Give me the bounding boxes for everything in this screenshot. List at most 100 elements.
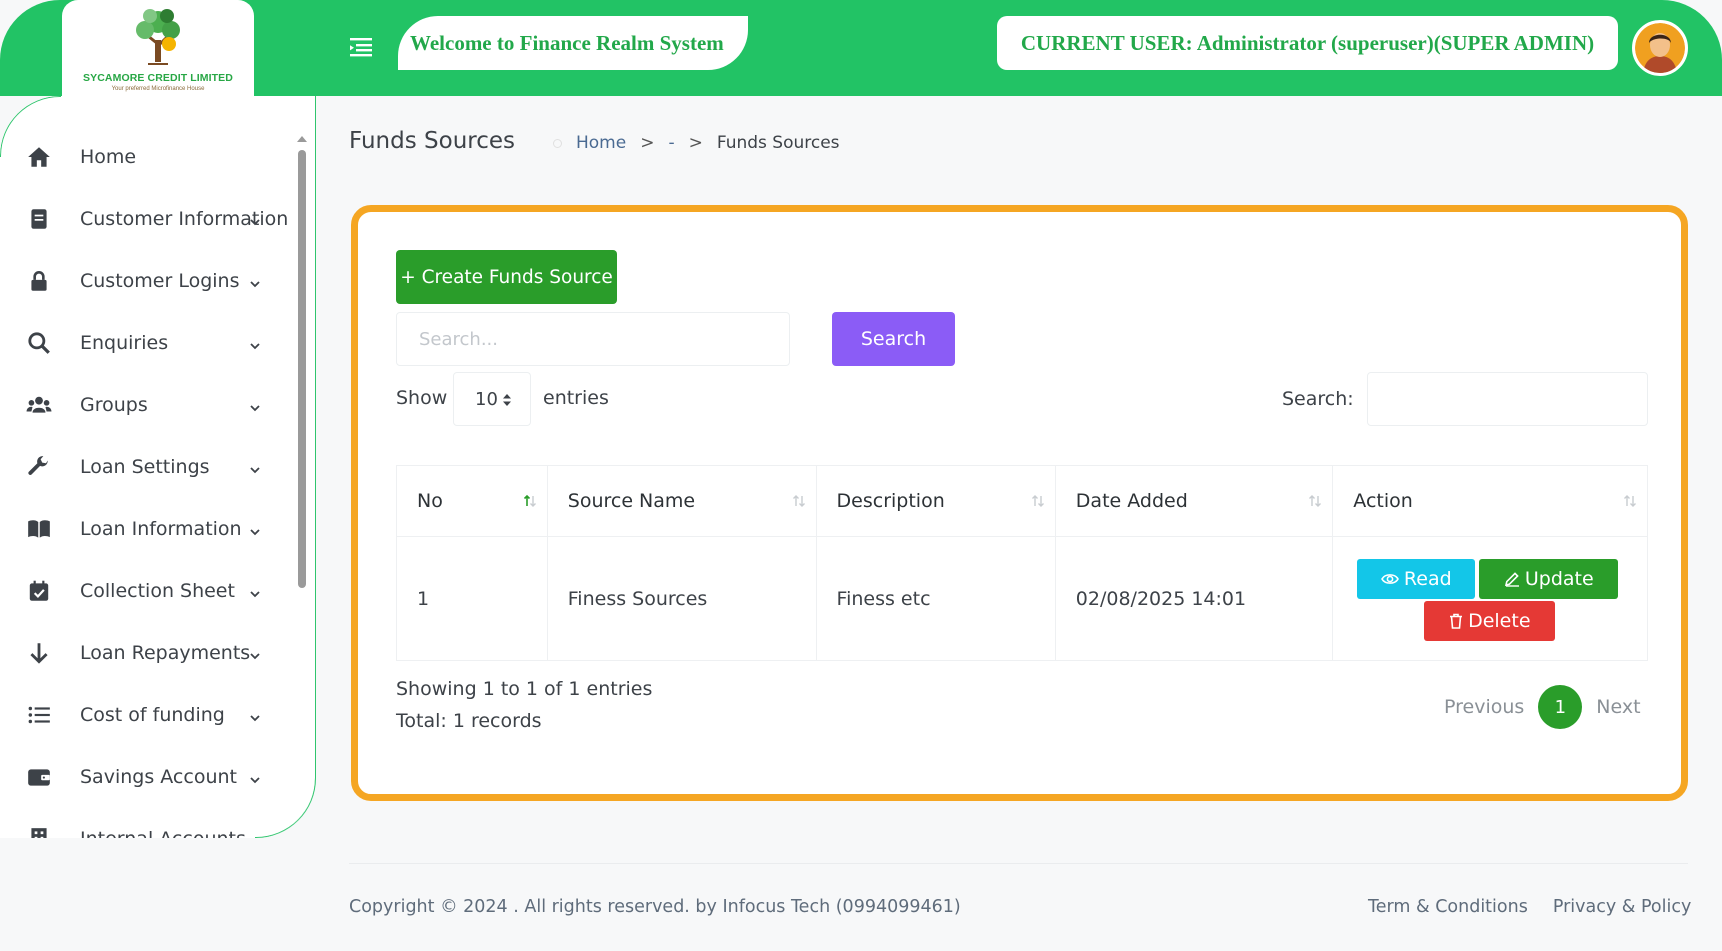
- sidebar-item-internal-accounts[interactable]: Internal Accounts: [0, 808, 296, 838]
- column-header-label: Source Name: [567, 490, 696, 512]
- sidebar-item-savings-account[interactable]: Savings Account: [0, 746, 296, 808]
- column-header-date-added[interactable]: Date Added: [1054, 465, 1334, 537]
- column-header-source-name[interactable]: Source Name: [546, 465, 817, 537]
- sidebar-item-loan-information[interactable]: Loan Information: [0, 498, 296, 560]
- chevron-down-icon: [249, 771, 261, 784]
- column-header-label: Date Added: [1075, 490, 1188, 512]
- table-row: 1 Finess Sources Finess etc 02/08/2025 1…: [396, 536, 1648, 661]
- eye-icon: [1381, 574, 1399, 584]
- arrow-down-icon: [26, 640, 52, 666]
- wallet-icon: [26, 764, 52, 790]
- page-length-select[interactable]: 10: [453, 372, 531, 426]
- pagination-page-1[interactable]: 1: [1538, 685, 1583, 729]
- footer-links: Term & Conditions Privacy & Policy: [1368, 897, 1691, 917]
- cell-description: Finess etc: [815, 536, 1056, 661]
- funds-sources-card: + Create Funds Source Search Show 10 ent…: [351, 205, 1688, 801]
- sidebar-item-enquiries[interactable]: Enquiries: [0, 312, 296, 374]
- delete-button[interactable]: Delete: [1424, 601, 1556, 641]
- sidebar-nav: Home Customer Information Customer Logins E…: [0, 126, 296, 838]
- chevron-down-icon: [249, 461, 261, 474]
- sort-icon: [792, 495, 805, 507]
- search-input[interactable]: [396, 312, 790, 366]
- column-header-label: No: [417, 490, 443, 512]
- chevron-down-icon: [249, 833, 261, 838]
- pencil-icon: [1504, 572, 1519, 587]
- sidebar-item-label: Savings Account: [80, 766, 237, 788]
- calendar-check-icon: [26, 578, 52, 604]
- column-header-no[interactable]: No: [396, 465, 548, 537]
- pagination-next[interactable]: Next: [1596, 696, 1640, 718]
- welcome-banner: Welcome to Finance Realm System: [398, 16, 748, 70]
- table-filter-label: Search:: [1282, 388, 1354, 410]
- wrench-icon: [26, 454, 52, 480]
- breadcrumb-home-link[interactable]: Home: [576, 133, 626, 153]
- page-title: Funds Sources: [349, 128, 515, 154]
- delete-button-label: Delete: [1468, 610, 1531, 632]
- sort-asc-icon: [523, 494, 536, 507]
- sidebar-item-groups[interactable]: Groups: [0, 374, 296, 436]
- welcome-text: Welcome to Finance Realm System: [410, 30, 724, 55]
- select-arrows-icon: [503, 394, 511, 406]
- sidebar-item-label: Cost of funding: [80, 704, 225, 726]
- cell-actions: Read Update Delete: [1332, 536, 1648, 661]
- sidebar-item-label: Loan Settings: [80, 456, 210, 478]
- cell-source-name: Finess Sources: [546, 536, 817, 661]
- column-header-description[interactable]: Description: [815, 465, 1056, 537]
- sort-icon: [1309, 495, 1322, 507]
- create-funds-source-button[interactable]: + Create Funds Source: [396, 250, 617, 304]
- sidebar-item-home[interactable]: Home: [0, 126, 296, 188]
- read-button[interactable]: Read: [1357, 559, 1476, 599]
- chevron-down-icon: [249, 275, 261, 288]
- table-filter-input[interactable]: [1367, 372, 1648, 426]
- sidebar-item-label: Collection Sheet: [80, 580, 235, 602]
- terms-link[interactable]: Term & Conditions: [1368, 897, 1528, 917]
- sidebar-item-customer-logins[interactable]: Customer Logins: [0, 250, 296, 312]
- column-header-label: Action: [1353, 490, 1413, 512]
- breadcrumb-separator: >: [688, 133, 703, 153]
- current-user-text: CURRENT USER: Administrator (superuser)(…: [1020, 30, 1595, 55]
- building-icon: [26, 826, 52, 838]
- document-icon: [26, 206, 52, 232]
- sidebar-item-label: Enquiries: [80, 332, 169, 354]
- sidebar-item-customer-information[interactable]: Customer Information: [0, 188, 296, 250]
- company-logo[interactable]: SYCAMORE CREDIT LIMITED Your preferred M…: [62, 0, 254, 106]
- page-length-value: 10: [475, 388, 498, 410]
- pagination-previous[interactable]: Previous: [1444, 696, 1524, 718]
- search-button[interactable]: Search: [832, 312, 955, 366]
- sidebar-item-loan-settings[interactable]: Loan Settings: [0, 436, 296, 498]
- sidebar-item-label: Loan Information: [80, 518, 242, 540]
- sidebar-item-loan-repayments[interactable]: Loan Repayments: [0, 622, 296, 684]
- show-label: Show: [396, 387, 448, 409]
- table-header-row: No Source Name Description Date Added Ac…: [396, 465, 1648, 537]
- sidebar-item-label: Groups: [80, 394, 148, 416]
- breadcrumb-home-icon: [553, 138, 562, 148]
- footer-copyright: Copyright © 2024 . All rights reserved. …: [349, 897, 961, 917]
- user-avatar[interactable]: [1632, 20, 1688, 76]
- chevron-down-icon: [249, 337, 261, 350]
- sidebar-item-cost-of-funding[interactable]: Cost of funding: [0, 684, 296, 746]
- chevron-down-icon: [249, 213, 261, 226]
- chevron-down-icon: [249, 709, 261, 722]
- read-button-label: Read: [1403, 568, 1452, 590]
- top-bar: Welcome to Finance Realm System CURRENT …: [0, 0, 1722, 96]
- sidebar-item-collection-sheet[interactable]: Collection Sheet: [0, 560, 296, 622]
- scroll-up-arrow-icon[interactable]: [296, 130, 308, 142]
- funds-sources-table: No Source Name Description Date Added Ac…: [396, 465, 1648, 661]
- column-header-action[interactable]: Action: [1332, 465, 1648, 537]
- lock-icon: [26, 268, 52, 294]
- sidebar-scrollbar-thumb[interactable]: [298, 150, 306, 588]
- entries-label: entries: [543, 387, 609, 409]
- update-button[interactable]: Update: [1479, 559, 1619, 599]
- search-icon: [26, 330, 52, 356]
- logo-company-name: SYCAMORE CREDIT LIMITED: [83, 72, 233, 84]
- breadcrumb-middle[interactable]: -: [668, 133, 674, 153]
- menu-toggle-icon[interactable]: [350, 36, 376, 58]
- sidebar-item-label: Customer Logins: [80, 270, 240, 292]
- column-header-label: Description: [836, 490, 945, 512]
- privacy-link[interactable]: Privacy & Policy: [1553, 897, 1691, 917]
- book-icon: [26, 516, 52, 542]
- home-icon: [26, 144, 52, 170]
- chevron-down-icon: [249, 585, 261, 598]
- cell-no: 1: [396, 536, 548, 661]
- total-records: Total: 1 records: [396, 710, 542, 732]
